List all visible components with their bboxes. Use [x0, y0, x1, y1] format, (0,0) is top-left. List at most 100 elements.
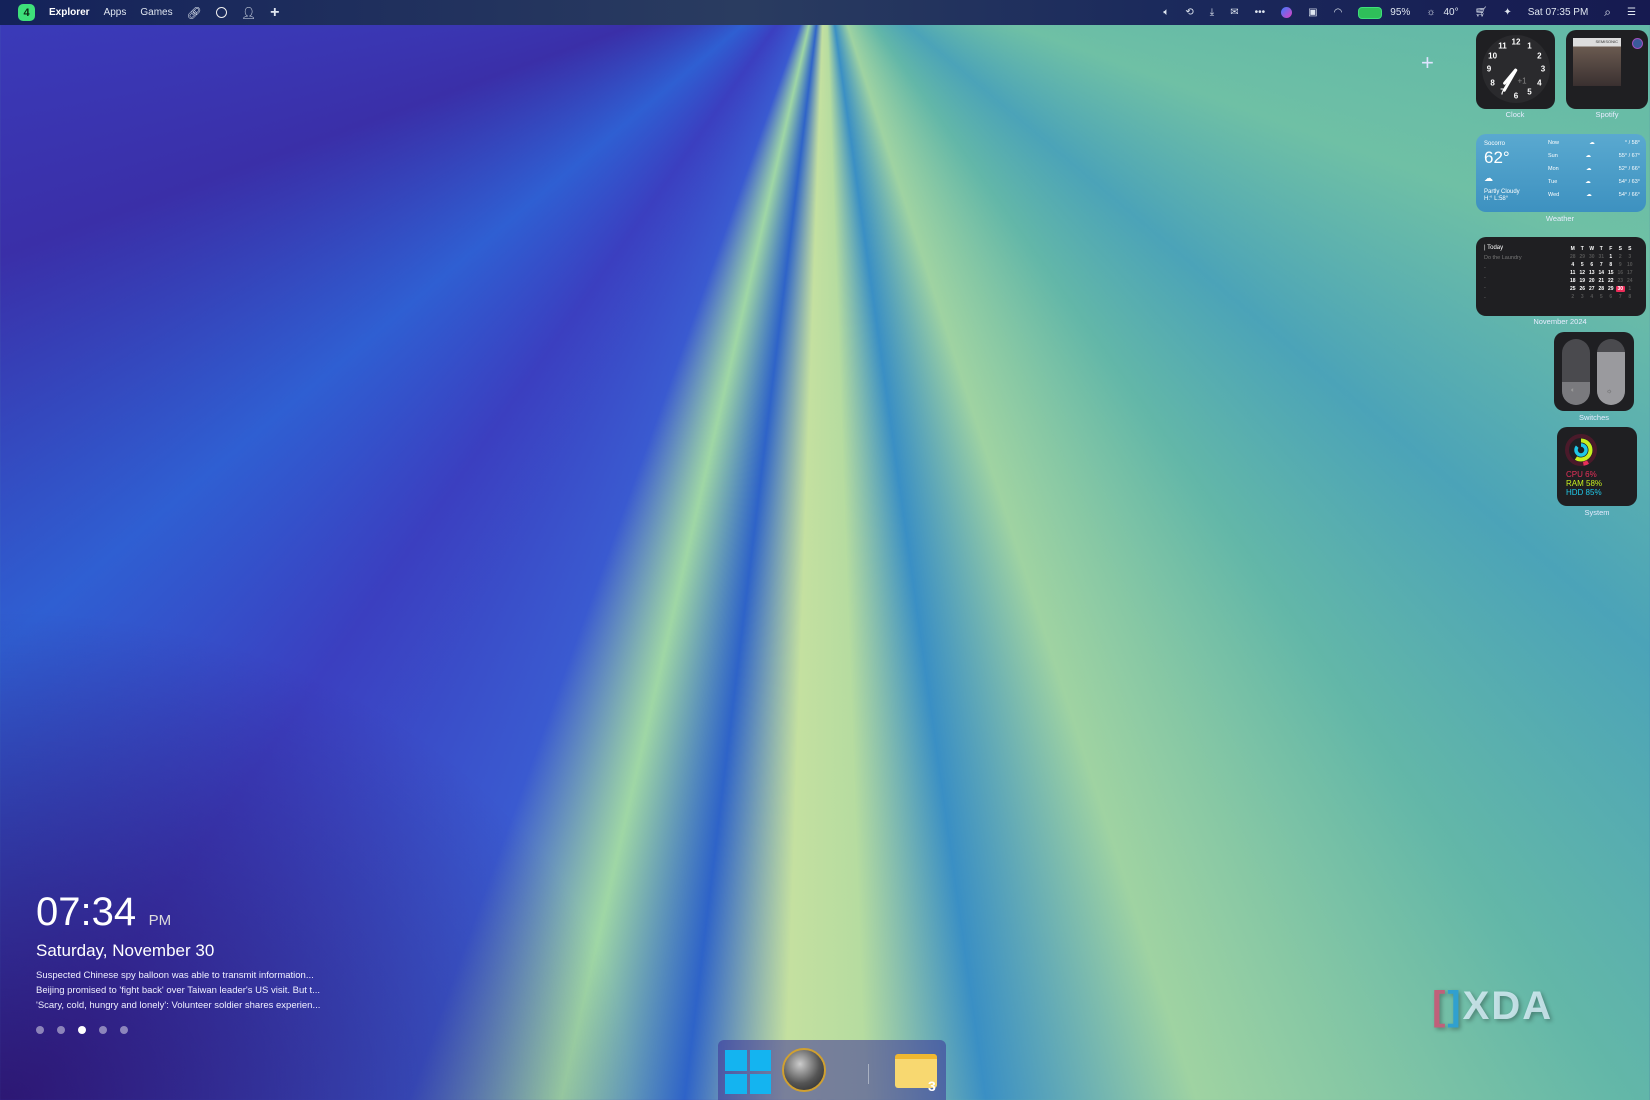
- calendar-day[interactable]: 5: [1578, 262, 1588, 268]
- task-item[interactable]: Do the Laundry: [1484, 255, 1522, 261]
- page-dot[interactable]: [57, 1026, 65, 1034]
- calendar-day[interactable]: 11: [1568, 270, 1578, 276]
- calendar-day[interactable]: 30: [1587, 254, 1597, 260]
- menu-explorer[interactable]: Explorer: [49, 7, 90, 18]
- clock-number: 1: [1527, 41, 1532, 51]
- menu-games[interactable]: Games: [140, 7, 172, 18]
- history-icon[interactable]: ⟲: [1185, 7, 1193, 18]
- calendar-day[interactable]: 9: [1616, 262, 1626, 268]
- calendar-day[interactable]: 31: [1597, 254, 1607, 260]
- mail-icon[interactable]: ✉: [1230, 7, 1238, 18]
- calendar-day[interactable]: 28: [1597, 286, 1607, 292]
- search-icon[interactable]: ⌕: [1604, 5, 1611, 20]
- calendar-day[interactable]: 24: [1625, 278, 1635, 284]
- spotify-icon[interactable]: [1632, 38, 1643, 49]
- calendar-day[interactable]: 7: [1597, 262, 1607, 268]
- news-headline[interactable]: 'Scary, cold, hungry and lonely': Volunt…: [36, 998, 320, 1013]
- browser-globe-icon[interactable]: [782, 1048, 826, 1092]
- weather-widget[interactable]: Socorro 62° ☁ Partly Cloudy H:° L:58° No…: [1476, 134, 1646, 212]
- calendar-day[interactable]: 13: [1587, 270, 1597, 276]
- calendar-day[interactable]: 20: [1587, 278, 1597, 284]
- page-dot[interactable]: [99, 1026, 107, 1034]
- calendar-day[interactable]: 8: [1606, 262, 1616, 268]
- calendar-day[interactable]: 23: [1616, 278, 1626, 284]
- page-dot[interactable]: [78, 1026, 86, 1034]
- calendar-day[interactable]: 4: [1587, 294, 1597, 300]
- download-icon[interactable]: ⤓: [1210, 7, 1214, 18]
- calendar-day[interactable]: 26: [1578, 286, 1588, 292]
- calendar-day[interactable]: 21: [1597, 278, 1607, 284]
- calendar-day[interactable]: 4: [1568, 262, 1578, 268]
- calendar-day[interactable]: 16: [1616, 270, 1626, 276]
- calendar-day[interactable]: 29: [1606, 286, 1616, 292]
- cpu-usage: CPU 6%: [1566, 470, 1597, 479]
- calendar-day[interactable]: 29: [1578, 254, 1588, 260]
- user-icon[interactable]: 👤︎: [241, 6, 256, 20]
- system-widget[interactable]: CPU 6% RAM 58% HDD 85%: [1557, 427, 1637, 506]
- sun-icon[interactable]: ☼: [1426, 7, 1435, 18]
- news-headline[interactable]: Beijing promised to 'fight back' over Ta…: [36, 983, 320, 998]
- calendar-day[interactable]: 3: [1578, 294, 1588, 300]
- album-text: SEMISONIC: [1595, 39, 1618, 44]
- add-widget-button[interactable]: +: [1421, 50, 1434, 76]
- calendar-day[interactable]: 27: [1587, 286, 1597, 292]
- task-placeholder[interactable]: -: [1484, 275, 1486, 281]
- youtube-icon[interactable]: ▣: [1308, 7, 1317, 18]
- calendar-day[interactable]: 1: [1606, 254, 1616, 260]
- page-dot[interactable]: [120, 1026, 128, 1034]
- calendar-day[interactable]: 22: [1606, 278, 1616, 284]
- task-placeholder[interactable]: -: [1484, 285, 1486, 291]
- calendar-day[interactable]: 10: [1625, 262, 1635, 268]
- calendar-day[interactable]: 7: [1616, 294, 1626, 300]
- link-icon[interactable]: 🔗︎: [187, 6, 202, 20]
- wifi-icon[interactable]: ◠: [1334, 7, 1343, 18]
- brightness-slider[interactable]: ☼: [1597, 339, 1625, 405]
- calendar-day[interactable]: 8: [1625, 294, 1635, 300]
- weather-temp[interactable]: 40°: [1443, 7, 1458, 18]
- spotify-widget[interactable]: SEMISONIC: [1566, 30, 1648, 109]
- volume-slider[interactable]: 🔈︎: [1562, 339, 1590, 405]
- datetime[interactable]: Sat 07:35 PM: [1528, 7, 1589, 18]
- list-icon[interactable]: ☰: [1627, 7, 1636, 18]
- calendar-day[interactable]: 19: [1578, 278, 1588, 284]
- clock-number: 6: [1513, 91, 1519, 101]
- messenger-icon[interactable]: [1281, 7, 1293, 18]
- calendar-day[interactable]: 2: [1568, 294, 1578, 300]
- calendar-day[interactable]: 6: [1587, 262, 1597, 268]
- circle-icon[interactable]: [215, 7, 227, 18]
- task-placeholder[interactable]: -: [1484, 265, 1486, 271]
- calendar-day[interactable]: 12: [1578, 270, 1588, 276]
- calendar-day[interactable]: 14: [1597, 270, 1607, 276]
- calendar-day[interactable]: 30: [1615, 286, 1625, 292]
- weekday-header: W: [1589, 246, 1595, 252]
- more-icon[interactable]: •••: [1255, 7, 1266, 18]
- calendar-day[interactable]: 15: [1606, 270, 1616, 276]
- volume-icon[interactable]: 🔈︎: [1163, 7, 1169, 18]
- album-art: SEMISONIC: [1573, 38, 1621, 86]
- menu-apps[interactable]: Apps: [104, 7, 127, 18]
- calendar-day[interactable]: 25: [1568, 286, 1578, 292]
- page-dot[interactable]: [36, 1026, 44, 1034]
- plus-icon[interactable]: +: [270, 4, 279, 22]
- cart-icon[interactable]: 🛒︎: [1475, 7, 1488, 18]
- calendar-widget[interactable]: | Today Do the Laundry ---- M T W T F S S 28 29 3…: [1476, 237, 1646, 316]
- calendar-day[interactable]: 1: [1625, 286, 1635, 292]
- calendar-day[interactable]: 28: [1568, 254, 1578, 260]
- calendar-day[interactable]: 5: [1597, 294, 1607, 300]
- workspace-badge[interactable]: 4: [18, 4, 35, 21]
- calendar-day[interactable]: 2: [1616, 254, 1626, 260]
- clock-number: 10: [1488, 51, 1498, 60]
- assistant-icon[interactable]: ✦: [1503, 7, 1511, 18]
- clock-number: 9: [1486, 64, 1492, 74]
- task-placeholder[interactable]: -: [1484, 295, 1486, 301]
- clock-widget[interactable]: +1 12 1 2 3 4 5 6 7 8 9 10 11: [1476, 30, 1555, 109]
- calendar-day[interactable]: 6: [1606, 294, 1616, 300]
- calendar-day[interactable]: 18: [1568, 278, 1578, 284]
- windows-start-icon[interactable]: [725, 1050, 771, 1094]
- cloud-icon: ☁: [1585, 166, 1592, 172]
- calendar-day[interactable]: 17: [1625, 270, 1635, 276]
- weekday-header: T: [1599, 246, 1603, 252]
- calendar-day[interactable]: 3: [1625, 254, 1635, 260]
- weekday-header: S: [1618, 246, 1622, 252]
- news-headline[interactable]: Suspected Chinese spy balloon was able t…: [36, 968, 320, 983]
